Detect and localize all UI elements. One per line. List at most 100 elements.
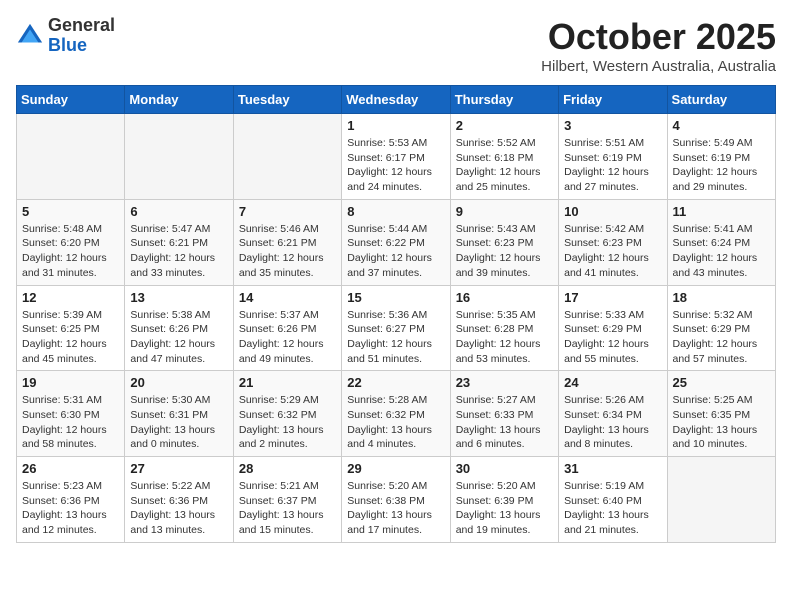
calendar-cell: 30 Sunrise: 5:20 AM Sunset: 6:39 PM Dayli… bbox=[450, 457, 558, 543]
calendar-cell: 6Sunrise: 5:47 AM Sunset: 6:21 PM Daylig… bbox=[125, 199, 233, 285]
calendar-cell: 29 Sunrise: 5:20 AM Sunset: 6:38 PM Dayli… bbox=[342, 457, 450, 543]
day-info: Sunrise: 5:19 AM Sunset: 6:40 PM Dayligh… bbox=[564, 479, 661, 538]
calendar-week-3: 12 Sunrise: 5:39 AM Sunset: 6:25 PM Dayli… bbox=[17, 285, 776, 371]
logo-blue: Blue bbox=[48, 35, 87, 55]
day-info: Sunrise: 5:52 AM Sunset: 6:18 PM Dayligh… bbox=[456, 136, 553, 195]
day-number: 12 bbox=[22, 290, 119, 305]
day-info: Sunrise: 5:27 AM Sunset: 6:33 PM Dayligh… bbox=[456, 393, 553, 452]
calendar-cell: 18 Sunrise: 5:32 AM Sunset: 6:29 PM Dayli… bbox=[667, 285, 775, 371]
day-info: Sunrise: 5:31 AM Sunset: 6:30 PM Dayligh… bbox=[22, 393, 119, 452]
day-number: 24 bbox=[564, 375, 661, 390]
logo: General Blue bbox=[16, 16, 115, 56]
day-info: Sunrise: 5:41 AM Sunset: 6:24 PM Dayligh… bbox=[673, 222, 770, 281]
calendar-cell: 5 Sunrise: 5:48 AM Sunset: 6:20 PM Daylig… bbox=[17, 199, 125, 285]
calendar-cell: 17Sunrise: 5:33 AM Sunset: 6:29 PM Dayli… bbox=[559, 285, 667, 371]
calendar-cell: 2 Sunrise: 5:52 AM Sunset: 6:18 PM Daylig… bbox=[450, 114, 558, 200]
calendar-week-2: 5 Sunrise: 5:48 AM Sunset: 6:20 PM Daylig… bbox=[17, 199, 776, 285]
day-number: 13 bbox=[130, 290, 227, 305]
calendar-cell: 16 Sunrise: 5:35 AM Sunset: 6:28 PM Dayli… bbox=[450, 285, 558, 371]
day-info: Sunrise: 5:35 AM Sunset: 6:28 PM Dayligh… bbox=[456, 308, 553, 367]
day-number: 30 bbox=[456, 461, 553, 476]
calendar-table: SundayMondayTuesdayWednesdayThursdayFrid… bbox=[16, 85, 776, 543]
calendar-cell: 27 Sunrise: 5:22 AM Sunset: 6:36 PM Dayli… bbox=[125, 457, 233, 543]
calendar-week-5: 26 Sunrise: 5:23 AM Sunset: 6:36 PM Dayli… bbox=[17, 457, 776, 543]
day-number: 5 bbox=[22, 204, 119, 219]
day-number: 16 bbox=[456, 290, 553, 305]
location-title: Hilbert, Western Australia, Australia bbox=[541, 58, 776, 75]
day-number: 14 bbox=[239, 290, 336, 305]
calendar-cell: 25Sunrise: 5:25 AM Sunset: 6:35 PM Dayli… bbox=[667, 371, 775, 457]
day-number: 27 bbox=[130, 461, 227, 476]
calendar-cell bbox=[17, 114, 125, 200]
day-number: 8 bbox=[347, 204, 444, 219]
calendar-cell: 19 Sunrise: 5:31 AM Sunset: 6:30 PM Dayli… bbox=[17, 371, 125, 457]
calendar-week-4: 19 Sunrise: 5:31 AM Sunset: 6:30 PM Dayli… bbox=[17, 371, 776, 457]
day-number: 28 bbox=[239, 461, 336, 476]
day-info: Sunrise: 5:42 AM Sunset: 6:23 PM Dayligh… bbox=[564, 222, 661, 281]
day-info: Sunrise: 5:22 AM Sunset: 6:36 PM Dayligh… bbox=[130, 479, 227, 538]
day-number: 7 bbox=[239, 204, 336, 219]
day-info: Sunrise: 5:29 AM Sunset: 6:32 PM Dayligh… bbox=[239, 393, 336, 452]
day-info: Sunrise: 5:28 AM Sunset: 6:32 PM Dayligh… bbox=[347, 393, 444, 452]
calendar-cell: 20Sunrise: 5:30 AM Sunset: 6:31 PM Dayli… bbox=[125, 371, 233, 457]
weekday-header-friday: Friday bbox=[559, 86, 667, 114]
day-info: Sunrise: 5:20 AM Sunset: 6:39 PM Dayligh… bbox=[456, 479, 553, 538]
weekday-header-monday: Monday bbox=[125, 86, 233, 114]
calendar-cell: 9 Sunrise: 5:43 AM Sunset: 6:23 PM Daylig… bbox=[450, 199, 558, 285]
calendar-cell: 26 Sunrise: 5:23 AM Sunset: 6:36 PM Dayli… bbox=[17, 457, 125, 543]
day-number: 11 bbox=[673, 204, 770, 219]
day-info: Sunrise: 5:46 AM Sunset: 6:21 PM Dayligh… bbox=[239, 222, 336, 281]
day-number: 1 bbox=[347, 118, 444, 133]
day-number: 26 bbox=[22, 461, 119, 476]
day-number: 29 bbox=[347, 461, 444, 476]
logo-general: General bbox=[48, 15, 115, 35]
calendar-cell: 24 Sunrise: 5:26 AM Sunset: 6:34 PM Dayli… bbox=[559, 371, 667, 457]
day-info: Sunrise: 5:25 AM Sunset: 6:35 PM Dayligh… bbox=[673, 393, 770, 452]
day-number: 19 bbox=[22, 375, 119, 390]
day-info: Sunrise: 5:26 AM Sunset: 6:34 PM Dayligh… bbox=[564, 393, 661, 452]
day-number: 21 bbox=[239, 375, 336, 390]
day-number: 9 bbox=[456, 204, 553, 219]
day-number: 2 bbox=[456, 118, 553, 133]
day-info: Sunrise: 5:48 AM Sunset: 6:20 PM Dayligh… bbox=[22, 222, 119, 281]
day-info: Sunrise: 5:20 AM Sunset: 6:38 PM Dayligh… bbox=[347, 479, 444, 538]
weekday-header-tuesday: Tuesday bbox=[233, 86, 341, 114]
day-number: 10 bbox=[564, 204, 661, 219]
day-info: Sunrise: 5:39 AM Sunset: 6:25 PM Dayligh… bbox=[22, 308, 119, 367]
day-info: Sunrise: 5:23 AM Sunset: 6:36 PM Dayligh… bbox=[22, 479, 119, 538]
logo-text: General Blue bbox=[48, 16, 115, 56]
logo-icon bbox=[16, 22, 44, 50]
calendar-cell bbox=[233, 114, 341, 200]
calendar-cell: 13 Sunrise: 5:38 AM Sunset: 6:26 PM Dayli… bbox=[125, 285, 233, 371]
calendar-cell: 4Sunrise: 5:49 AM Sunset: 6:19 PM Daylig… bbox=[667, 114, 775, 200]
day-number: 3 bbox=[564, 118, 661, 133]
weekday-header-sunday: Sunday bbox=[17, 86, 125, 114]
page-header: General Blue October 2025 Hilbert, Weste… bbox=[16, 16, 776, 75]
calendar-cell: 7 Sunrise: 5:46 AM Sunset: 6:21 PM Daylig… bbox=[233, 199, 341, 285]
day-info: Sunrise: 5:21 AM Sunset: 6:37 PM Dayligh… bbox=[239, 479, 336, 538]
calendar-cell bbox=[125, 114, 233, 200]
day-info: Sunrise: 5:37 AM Sunset: 6:26 PM Dayligh… bbox=[239, 308, 336, 367]
day-info: Sunrise: 5:53 AM Sunset: 6:17 PM Dayligh… bbox=[347, 136, 444, 195]
day-number: 6 bbox=[130, 204, 227, 219]
day-info: Sunrise: 5:36 AM Sunset: 6:27 PM Dayligh… bbox=[347, 308, 444, 367]
day-info: Sunrise: 5:49 AM Sunset: 6:19 PM Dayligh… bbox=[673, 136, 770, 195]
title-block: October 2025 Hilbert, Western Australia,… bbox=[541, 16, 776, 75]
calendar-cell: 22Sunrise: 5:28 AM Sunset: 6:32 PM Dayli… bbox=[342, 371, 450, 457]
day-info: Sunrise: 5:43 AM Sunset: 6:23 PM Dayligh… bbox=[456, 222, 553, 281]
calendar-cell: 10 Sunrise: 5:42 AM Sunset: 6:23 PM Dayli… bbox=[559, 199, 667, 285]
day-number: 17 bbox=[564, 290, 661, 305]
calendar-cell: 31 Sunrise: 5:19 AM Sunset: 6:40 PM Dayli… bbox=[559, 457, 667, 543]
calendar-cell bbox=[667, 457, 775, 543]
day-number: 20 bbox=[130, 375, 227, 390]
calendar-cell: 28 Sunrise: 5:21 AM Sunset: 6:37 PM Dayli… bbox=[233, 457, 341, 543]
day-info: Sunrise: 5:44 AM Sunset: 6:22 PM Dayligh… bbox=[347, 222, 444, 281]
day-number: 18 bbox=[673, 290, 770, 305]
day-number: 31 bbox=[564, 461, 661, 476]
day-info: Sunrise: 5:32 AM Sunset: 6:29 PM Dayligh… bbox=[673, 308, 770, 367]
calendar-cell: 3Sunrise: 5:51 AM Sunset: 6:19 PM Daylig… bbox=[559, 114, 667, 200]
calendar-week-1: 1 Sunrise: 5:53 AM Sunset: 6:17 PM Daylig… bbox=[17, 114, 776, 200]
weekday-header-thursday: Thursday bbox=[450, 86, 558, 114]
weekday-header-row: SundayMondayTuesdayWednesdayThursdayFrid… bbox=[17, 86, 776, 114]
day-info: Sunrise: 5:38 AM Sunset: 6:26 PM Dayligh… bbox=[130, 308, 227, 367]
